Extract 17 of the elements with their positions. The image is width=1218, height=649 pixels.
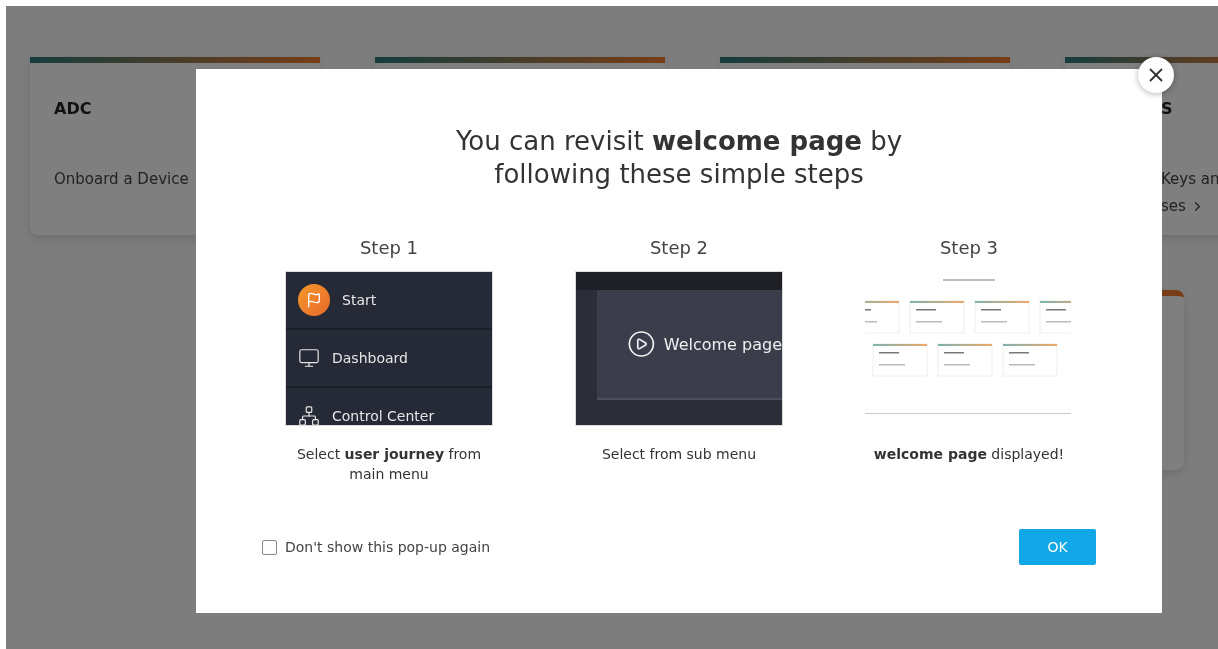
card-link[interactable]: ses: [1161, 193, 1218, 220]
step-label: Step 3: [939, 237, 999, 260]
card-title: ADC: [54, 99, 93, 118]
step-caption: welcome page displayed!: [872, 445, 1066, 464]
ok-button[interactable]: OK: [1019, 529, 1096, 565]
step-label: Step 1: [359, 237, 419, 260]
step-label: Step 2: [649, 237, 709, 260]
checkbox-label[interactable]: Don't show this pop-up again: [285, 539, 491, 555]
checkbox[interactable]: [262, 539, 277, 555]
flag-icon: [298, 284, 330, 316]
play-icon: [627, 329, 656, 359]
dialog-title: You can revisit welcome page by following these simple steps: [455, 125, 903, 191]
step-caption: Select user journey from main menu: [295, 445, 483, 484]
card-title: S: [1161, 99, 1174, 118]
monitor-icon: [298, 347, 320, 369]
step-caption: Select from sub menu: [600, 445, 758, 464]
card-link[interactable]: Keys an: [1161, 166, 1218, 193]
